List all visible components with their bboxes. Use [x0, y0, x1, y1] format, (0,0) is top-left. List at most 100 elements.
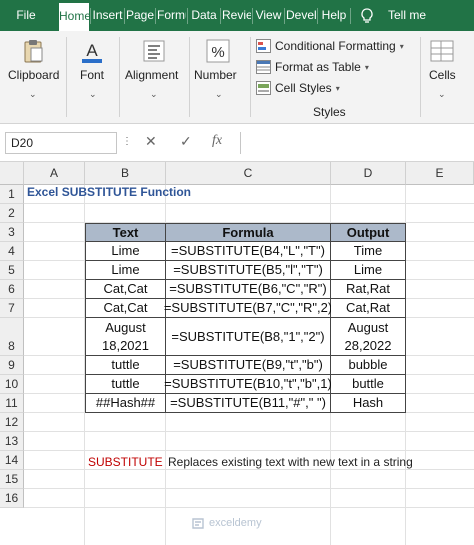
cell-output[interactable]: buttle	[331, 375, 406, 394]
clipboard-icon	[24, 40, 43, 63]
tab-insert[interactable]: Insert	[92, 0, 123, 31]
row-header-4[interactable]: 4	[0, 242, 24, 261]
cell-formula[interactable]: =SUBSTITUTE(B11,"#"," ")	[166, 394, 331, 413]
font-group[interactable]: A Font ⌄	[68, 31, 118, 124]
cell-formula[interactable]: =SUBSTITUTE(B4,"L","T")	[166, 242, 331, 261]
cell-output[interactable]: Hash	[331, 394, 406, 413]
header-text[interactable]: Text	[85, 223, 166, 242]
ribbon-tab-bar: File Home Insert Page Formulas Data Revi…	[0, 0, 474, 31]
select-all-corner[interactable]	[0, 162, 24, 185]
tell-me-search[interactable]: Tell me	[385, 0, 429, 31]
cell-output[interactable]: Cat,Rat	[331, 299, 406, 318]
row-header-16[interactable]: 16	[0, 489, 24, 508]
tab-review[interactable]: Review	[222, 0, 251, 31]
styles-group-label: Styles	[313, 105, 346, 119]
cell-text[interactable]: Cat,Cat	[85, 280, 166, 299]
column-header-b[interactable]: B	[85, 162, 166, 185]
row-header-5[interactable]: 5	[0, 261, 24, 280]
number-group[interactable]: % Number ⌄	[191, 31, 247, 124]
row-header-9[interactable]: 9	[0, 356, 24, 375]
cell-text[interactable]: August 18,2021	[85, 318, 166, 356]
svg-text:%: %	[211, 44, 224, 61]
alignment-group[interactable]: Alignment ⌄	[121, 31, 187, 124]
cell-output[interactable]: Time	[331, 242, 406, 261]
exceldemy-logo-icon	[192, 518, 204, 529]
cell-output[interactable]: August 28,2022	[331, 318, 406, 356]
chevron-down-icon: ▾	[399, 41, 404, 51]
row-header-13[interactable]: 13	[0, 432, 24, 451]
cells-group[interactable]: Cells ⌄	[423, 31, 474, 124]
watermark: exceldemy	[191, 516, 262, 530]
watermark-text: exceldemy	[209, 517, 262, 529]
cell-formula[interactable]: =SUBSTITUTE(B6,"C","R")	[166, 280, 331, 299]
cell-text[interactable]: tuttle	[85, 375, 166, 394]
cell-text[interactable]: ##Hash##	[85, 394, 166, 413]
chevron-down-icon: ⌄	[150, 89, 158, 99]
row-header-6[interactable]: 6	[0, 280, 24, 299]
row-header-1[interactable]: 1	[0, 185, 24, 204]
tab-view[interactable]: View	[254, 0, 283, 31]
cell-formula[interactable]: =SUBSTITUTE(B7,"C","R",2)	[164, 299, 332, 318]
conditional-formatting-button[interactable]: Conditional Formatting ▾	[256, 36, 404, 56]
format-as-table-button[interactable]: Format as Table ▾	[256, 57, 369, 77]
row-header-12[interactable]: 12	[0, 413, 24, 432]
cell-text[interactable]: Lime	[85, 261, 166, 280]
name-box[interactable]: D20	[5, 132, 117, 154]
chevron-down-icon: ▾	[335, 83, 340, 93]
align-icon	[143, 40, 165, 62]
cell-output[interactable]: Rat,Rat	[331, 280, 406, 299]
chevron-down-icon: ▾	[364, 62, 369, 72]
cell-formula[interactable]: =SUBSTITUTE(B9,"t","b")	[166, 356, 331, 375]
row-header-3[interactable]: 3	[0, 223, 24, 242]
header-output[interactable]: Output	[331, 223, 406, 242]
column-header-e[interactable]: E	[406, 162, 474, 185]
chevron-down-icon: ⌄	[215, 89, 223, 99]
lightbulb-icon	[361, 8, 373, 23]
row-header-14[interactable]: 14	[0, 451, 24, 470]
function-description-note: Replaces existing text with new text in …	[168, 455, 413, 469]
cell-formula[interactable]: =SUBSTITUTE(B10,"t","b",1)	[164, 375, 332, 394]
cell-formula[interactable]: =SUBSTITUTE(B8,"1","2")	[166, 318, 331, 356]
insert-function-icon[interactable]: fx	[212, 133, 222, 149]
alignment-label: Alignment	[125, 68, 179, 82]
row-header-10[interactable]: 10	[0, 375, 24, 394]
cell-formula[interactable]: =SUBSTITUTE(B5,"l","T")	[166, 261, 331, 280]
column-header-a[interactable]: A	[24, 162, 85, 185]
cell-styles-icon	[256, 81, 271, 95]
row-header-8[interactable]: 8	[0, 318, 24, 356]
cell-output[interactable]: Lime	[331, 261, 406, 280]
tab-developer[interactable]: Developer	[286, 0, 316, 31]
tab-file[interactable]: File	[6, 0, 46, 31]
cell-text[interactable]: Cat,Cat	[85, 299, 166, 318]
sheet-title: Excel SUBSTITUTE Function	[27, 185, 192, 199]
column-header-c[interactable]: C	[166, 162, 331, 185]
tab-page[interactable]: Page	[126, 0, 154, 31]
tab-home[interactable]: Home	[59, 3, 89, 31]
row-header-11[interactable]: 11	[0, 394, 24, 413]
format-as-table-label: Format as Table	[275, 60, 361, 74]
cancel-icon[interactable]: ✕	[145, 133, 157, 150]
cells-label: Cells	[429, 68, 456, 82]
enter-icon[interactable]: ✓	[180, 133, 192, 150]
cell-text[interactable]: tuttle	[85, 356, 166, 375]
tab-data[interactable]: Data	[189, 0, 219, 31]
tab-formulas[interactable]: Formulas	[157, 0, 186, 31]
row-header-2[interactable]: 2	[0, 204, 24, 223]
font-color-icon: A	[82, 41, 102, 63]
column-header-d[interactable]: D	[331, 162, 406, 185]
conditional-formatting-label: Conditional Formatting	[275, 39, 396, 53]
more-options-icon[interactable]: ⋮	[122, 136, 132, 147]
chevron-down-icon: ⌄	[89, 89, 97, 99]
row-header-7[interactable]: 7	[0, 299, 24, 318]
cell-styles-button[interactable]: Cell Styles ▾	[256, 78, 340, 98]
percent-icon: %	[206, 39, 230, 63]
formula-input[interactable]	[240, 132, 474, 154]
tab-help[interactable]: Help	[319, 0, 349, 31]
row-header-15[interactable]: 15	[0, 470, 24, 489]
header-formula[interactable]: Formula	[166, 223, 331, 242]
clipboard-group[interactable]: Clipboard ⌄	[0, 31, 64, 124]
function-name-note: SUBSTITUTE	[88, 455, 163, 469]
cell-output[interactable]: bubble	[331, 356, 406, 375]
cell-text[interactable]: Lime	[85, 242, 166, 261]
table-icon	[256, 60, 271, 74]
